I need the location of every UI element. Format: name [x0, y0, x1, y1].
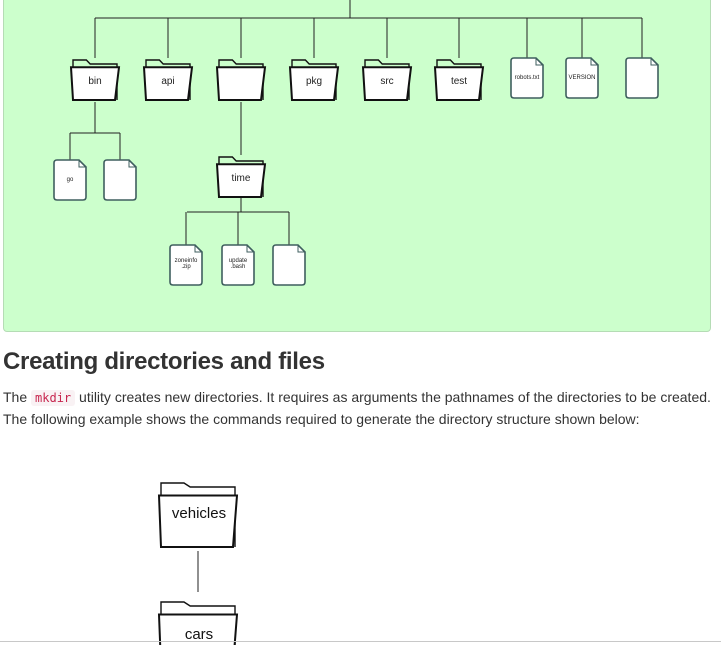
level1-src-label: src [380, 75, 394, 87]
level1-pkg-label: pkg [305, 75, 323, 87]
bin-child-unnamed-1-file-icon [103, 159, 137, 201]
level1-api-label: api [161, 75, 175, 87]
level1-unnamed-8-file-icon [625, 57, 659, 99]
section-heading: Creating directories and files [3, 348, 325, 375]
level1-bin-label: bin [88, 75, 102, 87]
time-child-unnamed-2-file-icon [272, 244, 306, 286]
mkdir-code: mkdir [31, 390, 76, 406]
level1-unnamed-2-folder-icon [215, 59, 267, 101]
paragraph-text-start: The [3, 389, 32, 405]
level1-version-label: VERSION [568, 74, 596, 81]
time-child-update-bash-label: update .bash [228, 258, 248, 271]
level2-time-label: time [231, 172, 251, 184]
time-child-zoneinfo-zip-label: zoneinfo .zip [174, 258, 198, 271]
paragraph-text-rest: utility creates new directories. It requ… [3, 389, 711, 427]
page-divider [0, 641, 721, 642]
level1-test-label: test [450, 75, 468, 87]
vehicles-folder-label: vehicles [171, 505, 227, 522]
level1-robots-txt-label: robots.txt [514, 74, 540, 81]
bin-child-go-label: go [66, 176, 74, 183]
directory-tree-diagram [53, 0, 659, 645]
section-paragraph: The mkdir utility creates new directorie… [3, 387, 715, 430]
